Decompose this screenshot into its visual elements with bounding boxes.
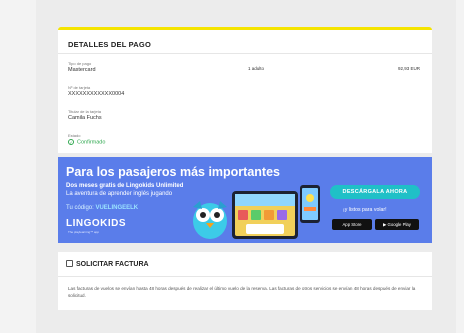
app-store-label: App Store bbox=[342, 222, 362, 227]
promo-code: Tu código: VUELINGEELK bbox=[66, 205, 138, 211]
checkbox-icon[interactable] bbox=[66, 260, 73, 267]
lingokids-promo-banner[interactable]: Para los pasajeros más importantes Dos m… bbox=[58, 157, 432, 243]
owl-mascot-icon bbox=[193, 203, 227, 239]
promo-code-label: Tu código: bbox=[66, 205, 94, 211]
banner-subtitle: Dos meses gratis de Lingokids Unlimited bbox=[66, 183, 184, 189]
invoice-note: Las facturas de vuelos se envían hasta 4… bbox=[68, 286, 416, 298]
passenger-count: 1 adulto bbox=[248, 66, 265, 71]
request-invoice-checkbox[interactable]: SOLICITAR FACTURA bbox=[66, 260, 149, 268]
lingokids-logo-tagline: The playlearning™ app bbox=[68, 230, 100, 234]
status-text: Confirmado bbox=[77, 139, 106, 146]
divider bbox=[58, 53, 432, 54]
status-label: Estado bbox=[68, 133, 81, 138]
payment-type-label: Tipo de pago bbox=[68, 61, 92, 66]
cardholder-label: Titular de la tarjeta bbox=[68, 109, 101, 114]
ready-to-fly-text: ¡y listos para volar! bbox=[343, 207, 387, 213]
lingokids-logo: LINGOKIDS bbox=[66, 218, 127, 229]
card-number-label: Nº de tarjeta bbox=[68, 85, 91, 90]
google-play-label: Google Play bbox=[387, 222, 411, 227]
status-value: ✓ Confirmado bbox=[68, 139, 105, 145]
promo-code-value: VUELINGEELK bbox=[95, 205, 139, 211]
payment-details-title: DETALLES DEL PAGO bbox=[68, 40, 151, 49]
app-store-badge[interactable]: App Store bbox=[332, 219, 372, 230]
check-circle-icon: ✓ bbox=[68, 139, 74, 145]
payment-type-value: Mastercard bbox=[68, 67, 96, 73]
payment-details-card: DETALLES DEL PAGO Tipo de pago Mastercar… bbox=[58, 27, 432, 153]
app-illustration bbox=[193, 185, 320, 239]
request-invoice-label: SOLICITAR FACTURA bbox=[76, 261, 149, 268]
play-icon: ▶ bbox=[383, 222, 387, 227]
invoice-request-section: SOLICITAR FACTURA Las facturas de vuelos… bbox=[58, 252, 432, 310]
download-now-button[interactable]: DESCÁRGALA AHORA bbox=[330, 185, 420, 199]
cardholder-value: Camila Fuchs bbox=[68, 115, 102, 121]
card-number-value: XXXXXXXXXXXX0004 bbox=[68, 91, 125, 97]
divider bbox=[58, 276, 432, 277]
banner-tagline: La aventura de aprender inglés jugando bbox=[66, 191, 173, 197]
google-play-badge[interactable]: ▶ Google Play bbox=[375, 219, 419, 230]
total-price: 92,93 EUR bbox=[397, 66, 420, 71]
